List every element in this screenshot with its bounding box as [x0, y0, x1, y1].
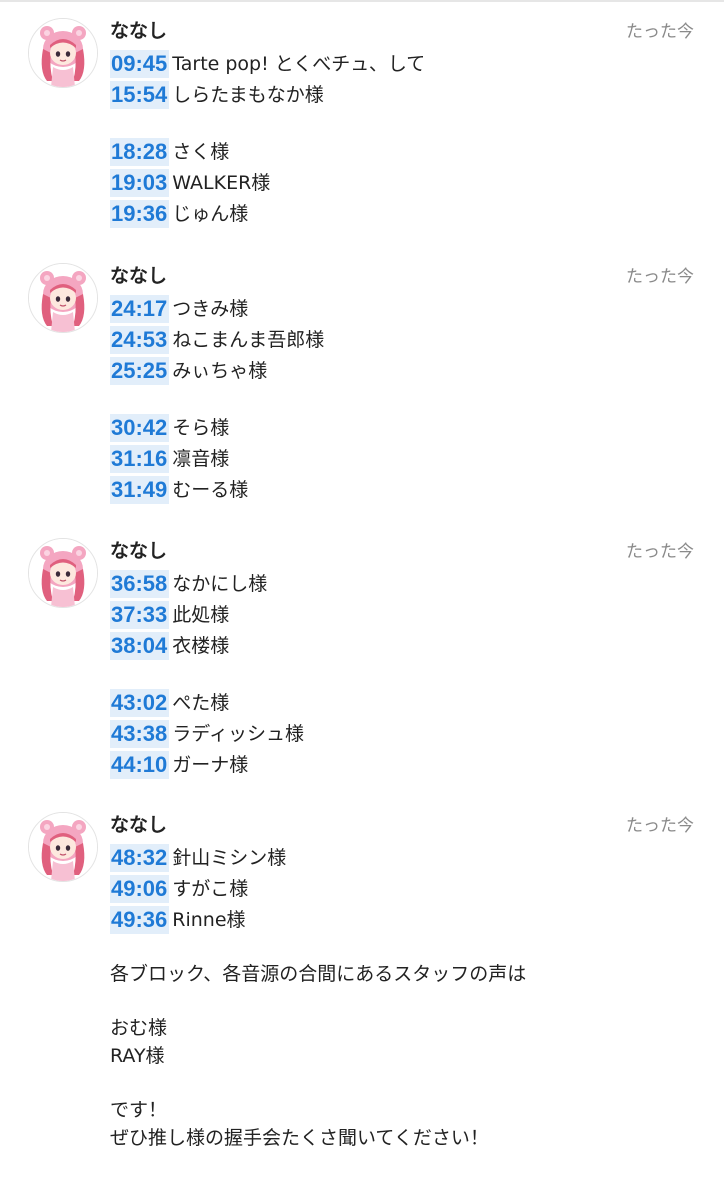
staff-name: おむ様 [110, 1017, 168, 1039]
timestamp-link[interactable]: 15:54 [110, 80, 170, 109]
avatar-pink-bear-hood-girl-icon [29, 539, 97, 607]
performer-label: WALKER様 [172, 171, 271, 194]
timestamp-link[interactable]: 31:16 [110, 444, 170, 473]
performer-label: ぺた様 [172, 691, 230, 714]
timestamp-link[interactable]: 48:32 [110, 843, 170, 872]
post-time: たった今 [626, 22, 694, 42]
performer-label: じゅん様 [172, 202, 249, 225]
performer-label: なかにし様 [172, 572, 268, 595]
timestamp-link[interactable]: 49:36 [110, 905, 170, 934]
performer-label: みぃちゃ様 [172, 359, 268, 382]
timestamp-link[interactable]: 19:03 [110, 168, 170, 197]
post-body: 48:32 針山ミシン様 49:06 すがこ様 49:36 Rinne様 [110, 842, 700, 935]
staff-name: RAY様 [110, 1045, 165, 1067]
timestamp-link[interactable]: 09:45 [110, 49, 170, 78]
closing-text: ぜひ推し様の握手会たくさ聞いてください！ [110, 1127, 489, 1149]
timestamp-link[interactable]: 31:49 [110, 475, 170, 504]
post-body: 36:58 なかにし様 37:33 此処様 38:04 衣楼様 43:02 ぺた様 43… [110, 568, 700, 780]
timestamp-line: 37:33 此処様 [110, 599, 700, 630]
timestamp-link[interactable]: 44:10 [110, 750, 170, 779]
performer-label: Rinne様 [172, 908, 246, 931]
post-time: たった今 [626, 816, 694, 836]
timestamp-line: 19:36 じゅん様 [110, 198, 700, 229]
performer-label: ねこまんま吾郎様 [172, 328, 325, 351]
timestamp-line: 43:38 ラディッシュ様 [110, 718, 700, 749]
performer-label: そら様 [172, 416, 230, 439]
timestamp-line: 49:36 Rinne様 [110, 904, 700, 935]
avatar-pink-bear-hood-girl-icon [29, 264, 97, 332]
user-avatar[interactable] [28, 812, 98, 882]
timestamp-line: 36:58 なかにし様 [110, 568, 700, 599]
timestamp-link[interactable]: 43:38 [110, 719, 170, 748]
timestamp-line: 44:10 ガーナ様 [110, 749, 700, 780]
timestamp-link[interactable]: 30:42 [110, 413, 170, 442]
timestamp-line: 31:16 凛音様 [110, 443, 700, 474]
timestamp-link[interactable]: 36:58 [110, 569, 170, 598]
avatar-pink-bear-hood-girl-icon [29, 19, 97, 87]
timestamp-link[interactable]: 25:25 [110, 356, 170, 385]
timestamp-link[interactable]: 38:04 [110, 631, 170, 660]
timestamp-line: 24:17 つきみ様 [110, 293, 700, 324]
timestamp-link[interactable]: 24:17 [110, 294, 170, 323]
performer-label: ラディッシュ様 [172, 722, 304, 745]
performer-label: 衣楼様 [172, 634, 230, 657]
username[interactable]: ななし [110, 263, 167, 289]
performer-label: さく様 [172, 140, 230, 163]
timestamp-link[interactable]: 24:53 [110, 325, 170, 354]
performer-label: Tarte pop! とくべチュ、して [172, 52, 426, 75]
avatar-pink-bear-hood-girl-icon [29, 813, 97, 881]
timestamp-line: 48:32 針山ミシン様 [110, 842, 700, 873]
timestamp-line: 49:06 すがこ様 [110, 873, 700, 904]
timestamp-line: 25:25 みぃちゃ様 [110, 355, 700, 386]
performer-label: むーる様 [172, 478, 249, 501]
timestamp-line: 19:03 WALKER様 [110, 167, 700, 198]
username[interactable]: ななし [110, 18, 167, 44]
top-divider [0, 0, 724, 2]
timestamp-line: 30:42 そら様 [110, 412, 700, 443]
timestamp-line: 38:04 衣楼様 [110, 630, 700, 661]
performer-label: 此処様 [172, 603, 230, 626]
timestamp-line: 31:49 むーる様 [110, 474, 700, 505]
user-avatar[interactable] [28, 538, 98, 608]
username[interactable]: ななし [110, 538, 167, 564]
timestamp-link[interactable]: 49:06 [110, 874, 170, 903]
closing-text: です！ [110, 1099, 168, 1121]
post-body: 09:45 Tarte pop! とくべチュ、して 15:54 しらたまもなか様 1… [110, 48, 700, 229]
timestamp-link[interactable]: 43:02 [110, 688, 170, 717]
performer-label: 凛音様 [172, 447, 230, 470]
timestamp-link[interactable]: 18:28 [110, 137, 170, 166]
user-avatar[interactable] [28, 18, 98, 88]
performer-label: すがこ様 [172, 877, 249, 900]
post-time: たった今 [626, 542, 694, 562]
timestamp-line: 15:54 しらたまもなか様 [110, 79, 700, 110]
performer-label: 針山ミシン様 [172, 846, 287, 869]
user-avatar[interactable] [28, 263, 98, 333]
post-body: 24:17 つきみ様 24:53 ねこまんま吾郎様 25:25 みぃちゃ様 30:42… [110, 293, 700, 505]
performer-label: しらたまもなか様 [172, 83, 324, 106]
timestamp-link[interactable]: 37:33 [110, 600, 170, 629]
post-time: たった今 [626, 267, 694, 287]
performer-label: ガーナ様 [172, 753, 249, 776]
timestamp-line: 24:53 ねこまんま吾郎様 [110, 324, 700, 355]
timestamp-line: 18:28 さく様 [110, 136, 700, 167]
timestamp-line: 09:45 Tarte pop! とくべチュ、して [110, 48, 700, 79]
timestamp-link[interactable]: 19:36 [110, 199, 170, 228]
staff-intro-text: 各ブロック、各音源の合間にあるスタッフの声は [110, 963, 527, 985]
performer-label: つきみ様 [172, 297, 249, 320]
username[interactable]: ななし [110, 812, 167, 838]
timestamp-line: 43:02 ぺた様 [110, 687, 700, 718]
